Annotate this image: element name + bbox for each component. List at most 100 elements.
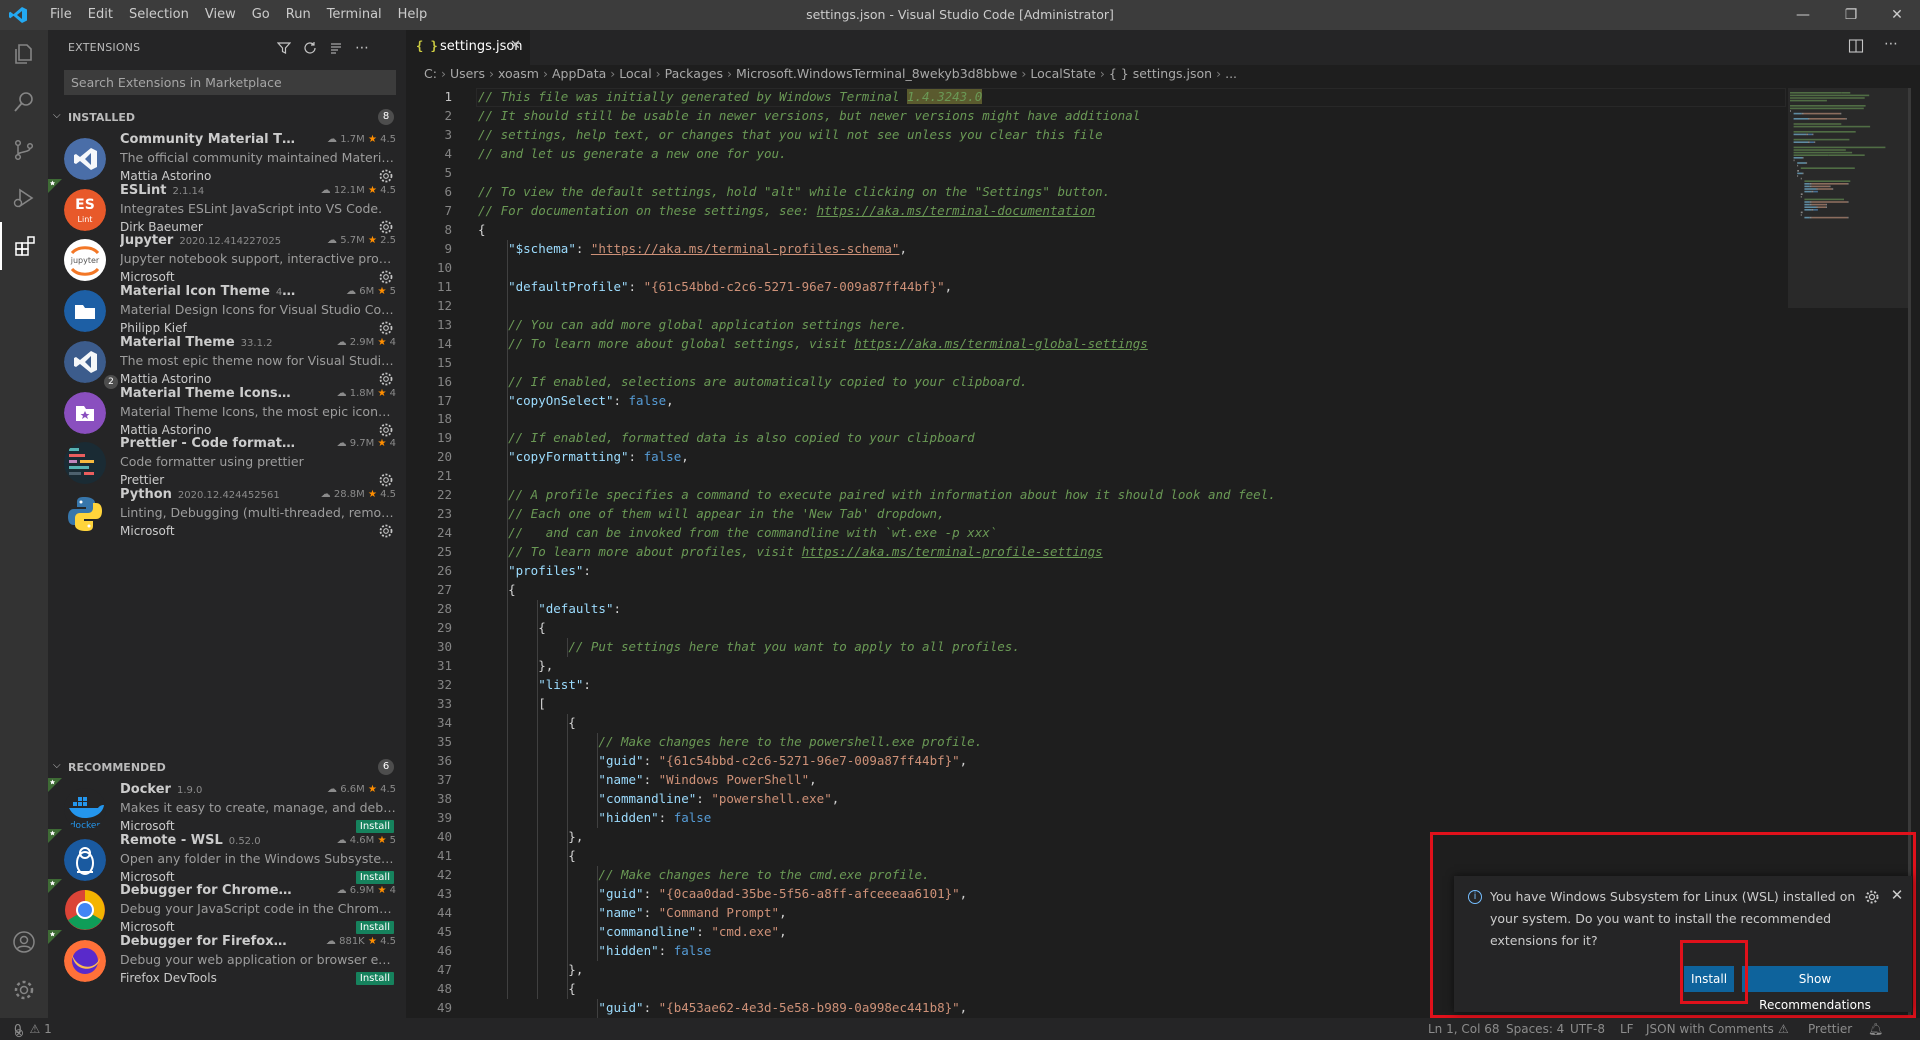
breadcrumb-item[interactable]: Microsoft.WindowsTerminal_8wekyb3d8bbwe [736, 66, 1017, 81]
feedback-icon[interactable]: ⚠ [1778, 1022, 1789, 1036]
extension-stats: ☁︎ 6.9M ★ 4 [337, 885, 396, 896]
material-theme-icon [64, 340, 106, 383]
extension-name: Debugger for Firefox2.9.1 [120, 934, 298, 949]
rating: 4 [389, 438, 396, 450]
code-token: "{b453ae62-4e3d-5e58-b989-0a998ec441b8}" [658, 999, 960, 1015]
code-token: : [658, 809, 674, 825]
tab-settings-json[interactable]: { } settings.json ✕ [406, 30, 530, 65]
extension-stats: ☁︎ 1.7M ★ 4.5 [327, 134, 396, 145]
menu-selection[interactable]: Selection [121, 0, 197, 30]
extension-item-python[interactable]: Python 2020.12.424452561 ☁︎ 28.8M ★ 4.5 Lin… [48, 483, 406, 545]
recommended-star-icon [48, 828, 62, 843]
explorer-activity[interactable] [0, 30, 48, 78]
close-icon[interactable]: ✕ [510, 38, 521, 53]
breadcrumb-item[interactable]: Users [450, 66, 485, 81]
menu-run[interactable]: Run [278, 0, 319, 30]
breadcrumb-item[interactable]: xoasm [498, 66, 539, 81]
code-token: , [809, 771, 817, 787]
cursor-position[interactable]: Ln 1, Col 68 [1428, 1022, 1500, 1036]
svg-text:jupyter: jupyter [70, 256, 100, 265]
minimap[interactable] [1788, 88, 1908, 308]
breadcrumb-item[interactable]: { } settings.json [1109, 66, 1212, 81]
extension-description: Linting, Debugging (multi-threaded, remo… [120, 504, 396, 520]
indentation[interactable]: Spaces: 4 [1506, 1022, 1564, 1036]
breadcrumb-item[interactable]: Packages [665, 66, 723, 81]
minimize-button[interactable]: — [1780, 0, 1826, 30]
breadcrumb-item[interactable]: LocalState [1030, 66, 1096, 81]
close-window-button[interactable]: ✕ [1874, 0, 1920, 30]
line-number: 29 [436, 620, 452, 636]
search-extensions-input[interactable] [64, 70, 396, 95]
gear-icon[interactable] [1864, 889, 1880, 905]
recommended-section-header[interactable]: ⌵ RECOMMENDED 6 [48, 756, 406, 778]
installed-section-header[interactable]: ⌵ INSTALLED 8 [48, 106, 406, 128]
breadcrumb-item[interactable]: C: [424, 66, 437, 81]
menu-go[interactable]: Go [244, 0, 278, 30]
line-number: 46 [436, 942, 452, 958]
accounts-activity[interactable] [0, 918, 48, 966]
chevron-down-icon: ⌵ [53, 760, 61, 771]
close-notification-icon[interactable]: ✕ [1888, 885, 1906, 905]
code-line: "guid": "{0caa0dad-35be-5f56-a8ff-afceee… [478, 886, 967, 901]
extension-publisher: Firefox DevTools [120, 971, 217, 986]
code-link[interactable]: https://aka.ms/terminal-profile-settings [802, 544, 1103, 559]
source-control-activity[interactable] [0, 126, 48, 174]
encoding[interactable]: UTF-8 [1570, 1022, 1605, 1036]
more-actions-icon[interactable]: ⋯ [1884, 36, 1904, 56]
breadcrumb-item[interactable]: ... [1225, 66, 1237, 81]
prettier-status[interactable]: Prettier [1808, 1022, 1852, 1036]
code-line: // You can add more global application s… [478, 317, 907, 332]
code-link[interactable]: https://aka.ms/terminal-global-settings [854, 336, 1148, 351]
breadcrumb-separator: › [488, 66, 494, 81]
code-token: , [779, 904, 787, 920]
install-extension-button[interactable]: Install [355, 972, 394, 986]
filter-icon[interactable] [274, 38, 294, 58]
breadcrumb-item[interactable]: Local [619, 66, 651, 81]
manage-activity[interactable] [0, 966, 48, 1014]
language-mode[interactable]: JSON with Comments [1646, 1022, 1774, 1036]
code-line: "guid": "{b453ae62-4e3d-5e58-b989-0a998e… [478, 1000, 967, 1015]
line-number: 2 [444, 107, 452, 123]
line-number: 37 [436, 771, 452, 787]
code-token: { [478, 582, 516, 598]
code-token: , [944, 278, 953, 294]
download-count: 1.7M [340, 134, 365, 145]
split-editor-icon[interactable] [1848, 38, 1868, 58]
run-debug-activity[interactable] [0, 174, 48, 222]
code-link[interactable]: "https://aka.ms/terminal-profiles-schema… [591, 241, 900, 256]
problems-indicator[interactable]: ⊗ 0 ⚠ 1 [14, 1022, 52, 1040]
code-token: : [696, 790, 712, 806]
firefox-icon [64, 940, 106, 983]
menu-file[interactable]: File [42, 0, 80, 30]
show-recommendations-button[interactable]: Show Recommendations [1742, 966, 1888, 1012]
rating: 4 [389, 387, 396, 399]
indent-guide [597, 732, 599, 828]
menu-edit[interactable]: Edit [80, 0, 121, 30]
code-link[interactable]: https://aka.ms/terminal-documentation [817, 203, 1095, 218]
restore-button[interactable]: ❐ [1828, 0, 1874, 30]
extensions-activity[interactable] [0, 222, 48, 270]
manage-gear-icon[interactable] [378, 523, 394, 539]
code-token: // settings, help text, or changes that … [478, 126, 1103, 142]
line-number: 34 [436, 715, 452, 730]
minimap-slider[interactable] [1788, 88, 1908, 308]
breadcrumb-item[interactable]: AppData [552, 66, 606, 81]
more-actions-icon[interactable]: ⋯ [352, 38, 372, 58]
extension-description: Debug your web application or browser ex… [120, 952, 396, 968]
recommended-star-icon [48, 778, 62, 792]
rating: 2.5 [380, 235, 396, 247]
code-token: { [478, 221, 486, 237]
notifications-bell-icon[interactable]: 🔔︎ [1868, 1022, 1883, 1036]
extension-item-debugger-for-firefox[interactable]: Debugger for Firefox2.9.1 ☁︎ 881K ★ 4.5 De… [48, 930, 406, 992]
refresh-icon[interactable] [300, 38, 320, 58]
menu-terminal[interactable]: Terminal [319, 0, 390, 30]
code-token: : [628, 278, 644, 294]
menu-help[interactable]: Help [390, 0, 436, 30]
search-activity[interactable] [0, 78, 48, 126]
line-ending[interactable]: LF [1620, 1022, 1634, 1036]
code-token: // To learn more about global settings, … [508, 335, 855, 351]
clear-icon[interactable] [326, 38, 346, 58]
menu-view[interactable]: View [197, 0, 244, 30]
